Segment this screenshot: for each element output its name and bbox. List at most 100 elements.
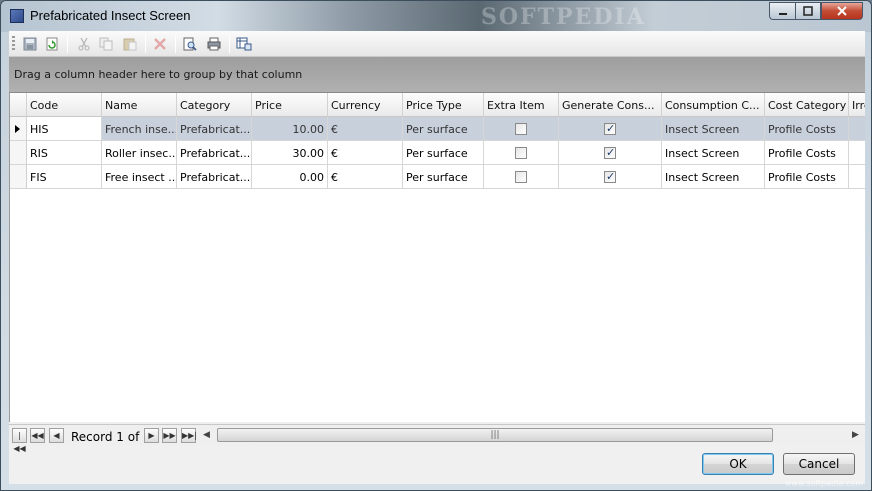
cell-code[interactable]: FIS xyxy=(27,165,102,189)
cell-extra-item[interactable] xyxy=(484,141,559,165)
record-navigator: |◀◀ ◀◀ ◀ Record 1 of 3 ▶ ▶▶ ▶▶| ◀ ||| ▶ xyxy=(9,424,865,453)
column-header-code[interactable]: Code xyxy=(27,93,102,117)
save-button[interactable] xyxy=(21,35,39,53)
column-header-price-type[interactable]: Price Type xyxy=(403,93,484,117)
cell-price[interactable]: 0.00 xyxy=(252,165,328,189)
paste-button[interactable] xyxy=(121,35,139,53)
previous-page-button[interactable]: ◀◀ xyxy=(30,428,45,443)
row-indicator[interactable] xyxy=(10,165,27,189)
maximize-button[interactable] xyxy=(795,2,821,20)
generate-consumption-checkbox[interactable] xyxy=(604,146,616,159)
data-grid[interactable]: Code Name Category Price Currency Price … xyxy=(9,93,865,422)
column-chooser-button[interactable] xyxy=(235,35,253,53)
first-record-button[interactable]: |◀◀ xyxy=(12,428,27,453)
cell-extra-item[interactable] xyxy=(484,165,559,189)
cell-price[interactable]: 30.00 xyxy=(252,141,328,165)
cell-cost-category[interactable]: Profile Costs xyxy=(765,141,849,165)
cell-currency[interactable]: € xyxy=(328,117,403,141)
column-header-category[interactable]: Category xyxy=(177,93,252,117)
cell-irre[interactable] xyxy=(849,117,865,141)
extra-item-checkbox[interactable] xyxy=(515,171,527,183)
scroll-grip-icon: ||| xyxy=(490,430,500,440)
cell-name[interactable]: Roller insec... xyxy=(102,141,177,165)
previous-record-button[interactable]: ◀ xyxy=(49,428,64,443)
close-button[interactable] xyxy=(821,2,863,20)
table-row[interactable]: HIS French inse... Prefabricat... 10.00 … xyxy=(10,117,865,141)
column-header-irre[interactable]: Irre xyxy=(849,93,865,117)
generate-consumption-checkbox[interactable] xyxy=(604,170,616,183)
print-button[interactable] xyxy=(205,35,223,53)
minimize-icon xyxy=(778,13,787,15)
column-header-price[interactable]: Price xyxy=(252,93,328,117)
ok-button[interactable]: OK xyxy=(702,453,774,475)
print-preview-button[interactable] xyxy=(181,35,199,53)
window-app-icon xyxy=(10,9,24,23)
scroll-right-arrow-icon[interactable]: ▶ xyxy=(852,430,859,440)
cell-extra-item[interactable] xyxy=(484,117,559,141)
minimize-button[interactable] xyxy=(769,2,795,20)
cell-price[interactable]: 10.00 xyxy=(252,117,328,141)
extra-item-checkbox[interactable] xyxy=(515,147,527,159)
cell-code[interactable]: RIS xyxy=(27,141,102,165)
horizontal-scrollbar-thumb[interactable]: ||| xyxy=(217,428,773,442)
last-record-button[interactable]: ▶▶| xyxy=(181,428,197,443)
cell-generate-consumption[interactable] xyxy=(559,117,662,141)
toolbar-grip[interactable] xyxy=(12,36,15,52)
cell-currency[interactable]: € xyxy=(328,141,403,165)
print-icon xyxy=(207,37,221,51)
first-record-icon: |◀◀ xyxy=(13,431,26,453)
cell-category[interactable]: Prefabricat... xyxy=(177,117,252,141)
cell-irre[interactable] xyxy=(849,165,865,189)
next-record-button[interactable]: ▶ xyxy=(144,428,159,443)
scroll-left-arrow-icon[interactable]: ◀ xyxy=(203,430,210,440)
cell-generate-consumption[interactable] xyxy=(559,165,662,189)
group-by-panel[interactable]: Drag a column header here to group by th… xyxy=(9,57,865,93)
table-row[interactable]: FIS Free insect ... Prefabricat... 0.00 … xyxy=(10,165,865,189)
table-row[interactable]: RIS Roller insec... Prefabricat... 30.00… xyxy=(10,141,865,165)
cell-name[interactable]: French inse... xyxy=(102,117,177,141)
column-header-generate-consumption[interactable]: Generate Cons... xyxy=(559,93,662,117)
delete-button[interactable] xyxy=(151,35,169,53)
print-preview-icon xyxy=(183,37,197,51)
next-page-button[interactable]: ▶▶ xyxy=(162,428,177,443)
column-header-name[interactable]: Name xyxy=(102,93,177,117)
column-header-extra-item[interactable]: Extra Item xyxy=(484,93,559,117)
cell-consumption-category[interactable]: Insect Screen xyxy=(662,165,765,189)
column-header-cost-category[interactable]: Cost Category xyxy=(765,93,849,117)
cell-category[interactable]: Prefabricat... xyxy=(177,165,252,189)
column-header-consumption-category[interactable]: Consumption C... xyxy=(662,93,765,117)
column-header-currency[interactable]: Currency xyxy=(328,93,403,117)
title-bar[interactable]: Prefabricated Insect Screen SOFTPEDIA xyxy=(1,1,871,31)
client-area: Drag a column header here to group by th… xyxy=(9,31,865,484)
cell-code[interactable]: HIS xyxy=(27,117,102,141)
window-title: Prefabricated Insect Screen xyxy=(30,8,191,23)
cell-cost-category[interactable]: Profile Costs xyxy=(765,165,849,189)
cell-category[interactable]: Prefabricat... xyxy=(177,141,252,165)
cut-icon xyxy=(78,37,90,51)
row-indicator[interactable] xyxy=(10,141,27,165)
refresh-button[interactable] xyxy=(43,35,61,53)
cell-price-type[interactable]: Per surface xyxy=(403,165,484,189)
generate-consumption-checkbox[interactable] xyxy=(604,122,616,135)
cell-cost-category[interactable]: Profile Costs xyxy=(765,117,849,141)
cancel-button[interactable]: Cancel xyxy=(783,453,855,475)
row-indicator[interactable] xyxy=(10,117,27,141)
corner-watermark: www.softpedia.com xyxy=(784,479,863,488)
previous-page-icon: ◀◀ xyxy=(31,431,44,440)
close-icon xyxy=(837,6,847,16)
cell-irre[interactable] xyxy=(849,141,865,165)
cell-currency[interactable]: € xyxy=(328,165,403,189)
cell-name[interactable]: Free insect ... xyxy=(102,165,177,189)
save-icon xyxy=(23,37,37,51)
next-record-icon: ▶ xyxy=(148,431,155,440)
cell-consumption-category[interactable]: Insect Screen xyxy=(662,141,765,165)
cell-price-type[interactable]: Per surface xyxy=(403,141,484,165)
cut-button[interactable] xyxy=(75,35,93,53)
extra-item-checkbox[interactable] xyxy=(515,123,527,135)
dialog-window: Prefabricated Insect Screen SOFTPEDIA Dr… xyxy=(0,0,872,491)
delete-icon xyxy=(154,38,166,50)
cell-price-type[interactable]: Per surface xyxy=(403,117,484,141)
copy-button[interactable] xyxy=(97,35,115,53)
cell-consumption-category[interactable]: Insect Screen xyxy=(662,117,765,141)
cell-generate-consumption[interactable] xyxy=(559,141,662,165)
